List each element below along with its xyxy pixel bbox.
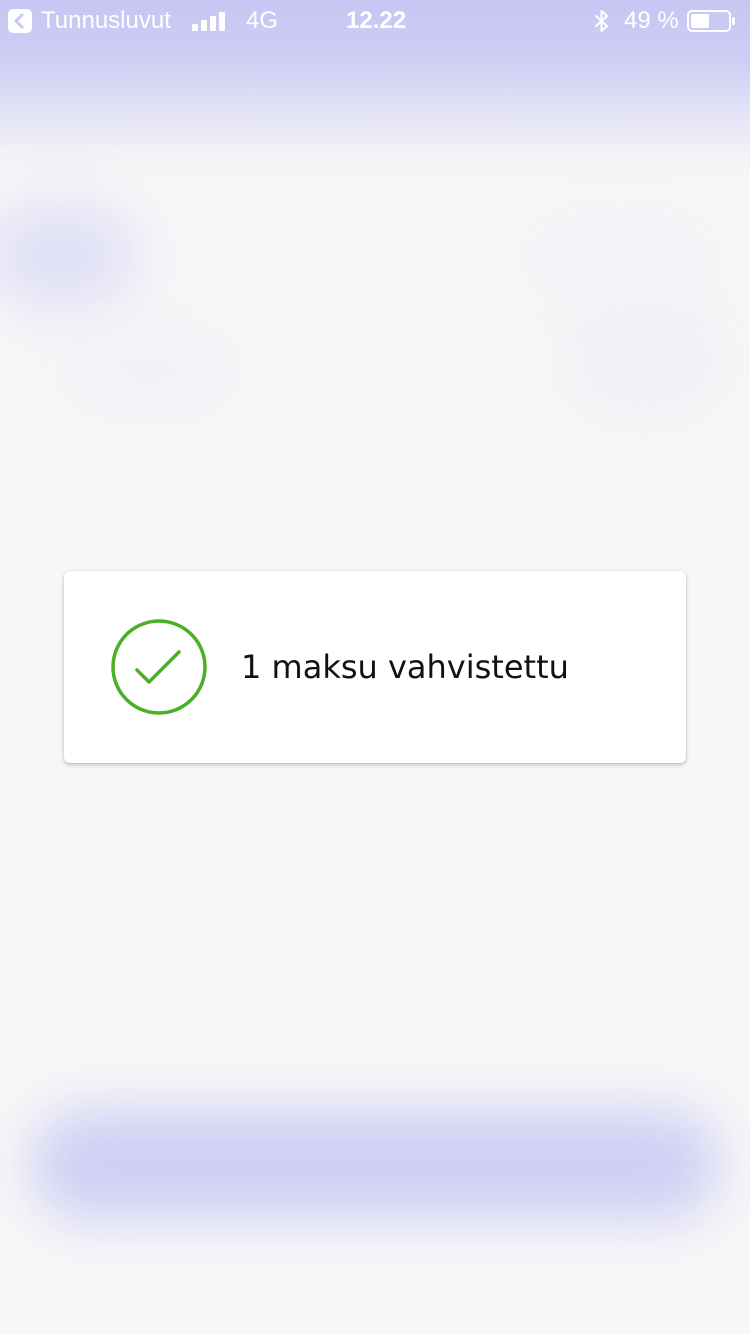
chevron-left-icon (14, 13, 24, 29)
background-blur-shape (0, 200, 140, 310)
background-blur-shape (560, 300, 730, 420)
battery-level-fill (691, 14, 709, 28)
toast-message: 1 maksu vahvistettu (241, 648, 569, 686)
back-to-app-label[interactable]: Tunnusluvut (41, 7, 171, 35)
status-time: 12.22 (346, 7, 407, 34)
battery-percentage: 49 % (624, 7, 679, 34)
background-blur-shape (520, 210, 720, 300)
payment-confirmed-toast: 1 maksu vahvistettu (64, 571, 686, 763)
background-blur-shape (60, 330, 240, 410)
background-bottom-blur (30, 1110, 720, 1220)
battery-icon (687, 10, 735, 32)
bluetooth-icon (595, 10, 608, 32)
network-type: 4G (246, 7, 279, 34)
status-bar: Tunnusluvut 4G 12.22 49 % (0, 0, 750, 40)
back-to-app-button[interactable] (8, 9, 32, 33)
check-circle-icon (111, 619, 207, 715)
cellular-signal-icon (192, 11, 228, 31)
